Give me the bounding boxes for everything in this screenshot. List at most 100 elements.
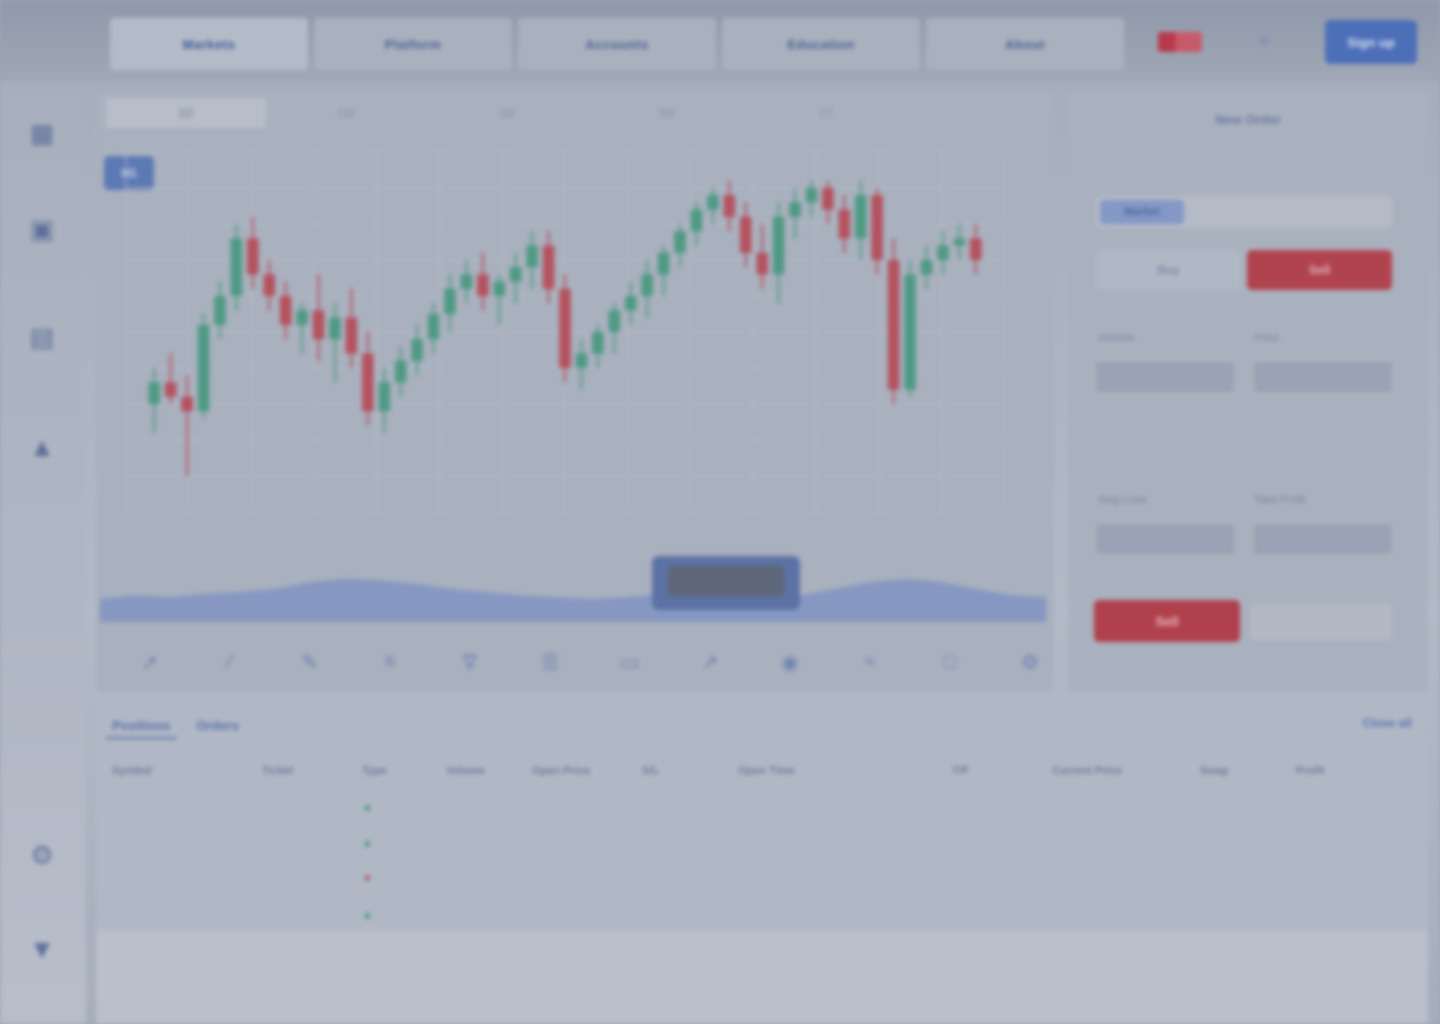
sidebar-item-settings[interactable]: ⚙ xyxy=(22,840,62,888)
close-all-button[interactable]: Close all xyxy=(1363,716,1412,730)
tab-timeframe-1w[interactable]: 1W xyxy=(266,98,426,128)
user-icon[interactable]: ☻ xyxy=(1255,30,1279,54)
cancel-order-button[interactable] xyxy=(1250,604,1392,640)
candlestick-chart[interactable] xyxy=(96,132,1054,552)
candle-body[interactable] xyxy=(444,288,456,314)
ray-icon[interactable]: ∕ xyxy=(190,642,270,682)
fullscreen-icon[interactable]: □ xyxy=(910,642,990,682)
candle-body[interactable] xyxy=(394,360,407,383)
sidebar-item-help[interactable]: ▼ xyxy=(22,934,62,982)
candle-body[interactable] xyxy=(214,296,226,325)
candle-body[interactable] xyxy=(427,314,440,340)
column-header[interactable]: Open Time xyxy=(732,765,946,777)
candle-body[interactable] xyxy=(575,353,588,368)
buy-button[interactable]: Buy xyxy=(1096,250,1241,290)
candle-body[interactable] xyxy=(509,267,522,282)
candle-body[interactable] xyxy=(362,353,374,412)
candle-body[interactable] xyxy=(953,238,966,246)
candle-body[interactable] xyxy=(378,382,391,412)
candle-body[interactable] xyxy=(707,195,719,210)
arrow-icon[interactable]: ↗ xyxy=(670,642,750,682)
tab-timeframe-1y[interactable]: 1Y xyxy=(746,98,906,128)
column-header[interactable]: Symbol xyxy=(106,765,256,777)
candle-body[interactable] xyxy=(542,245,555,289)
sidebar-item-alerts[interactable]: ▲ xyxy=(22,432,62,480)
candle-body[interactable] xyxy=(247,238,259,275)
fib-icon[interactable]: ≡ xyxy=(350,642,430,682)
text-icon[interactable]: ∇ xyxy=(430,642,510,682)
submit-order-button[interactable]: Sell xyxy=(1094,600,1240,642)
column-header[interactable]: Type xyxy=(356,765,440,777)
price-field[interactable] xyxy=(1254,362,1392,392)
candle-body[interactable] xyxy=(296,310,308,325)
candle-body[interactable] xyxy=(690,209,703,232)
measure-icon[interactable]: ☰ xyxy=(510,642,590,682)
volume-field[interactable] xyxy=(1096,362,1234,392)
column-header[interactable]: Current Price xyxy=(1046,765,1194,777)
nav-tab-accounts[interactable]: Accounts xyxy=(518,18,716,70)
sidebar-item-chart[interactable]: ▦ xyxy=(22,118,62,166)
sell-button[interactable]: Sell xyxy=(1247,250,1392,290)
candle-body[interactable] xyxy=(838,209,851,239)
column-header[interactable]: T/P xyxy=(946,765,1046,777)
candle-body[interactable] xyxy=(329,317,341,340)
table-row[interactable]: ▼ xyxy=(106,864,1416,894)
candle-body[interactable] xyxy=(312,310,325,340)
candle-body[interactable] xyxy=(871,195,883,260)
candle-body[interactable] xyxy=(592,332,604,354)
candle-body[interactable] xyxy=(624,296,637,311)
camera-icon[interactable]: ◉ xyxy=(750,642,830,682)
nav-tab-platform[interactable]: Platform xyxy=(314,18,512,70)
sidebar-item-portfolio[interactable]: ▣ xyxy=(22,214,62,262)
chart-settings-icon[interactable]: ⚙ xyxy=(990,642,1070,682)
candle-body[interactable] xyxy=(723,195,736,217)
candle-body[interactable] xyxy=(937,245,949,260)
pencil-icon[interactable]: ✎ xyxy=(270,642,350,682)
column-header[interactable]: Ticket xyxy=(256,765,356,777)
rectangle-icon[interactable]: ▭ xyxy=(590,642,670,682)
candle-body[interactable] xyxy=(526,245,538,268)
candle-body[interactable] xyxy=(493,281,506,296)
indicator-icon[interactable]: ≈ xyxy=(830,642,910,682)
column-header[interactable]: Profit xyxy=(1290,765,1390,777)
nav-tab-about[interactable]: About xyxy=(926,18,1124,70)
candle-body[interactable] xyxy=(345,317,358,354)
order-type-market[interactable]: Market xyxy=(1100,200,1184,224)
candle-body[interactable] xyxy=(855,195,867,239)
candle-body[interactable] xyxy=(887,260,900,390)
candle-body[interactable] xyxy=(739,216,752,253)
trendline-icon[interactable]: ➚ xyxy=(110,642,190,682)
candle-body[interactable] xyxy=(148,382,160,404)
candle-body[interactable] xyxy=(657,252,670,275)
candle-body[interactable] xyxy=(641,274,653,296)
candle-body[interactable] xyxy=(920,260,933,275)
chart-navigator[interactable] xyxy=(100,562,1046,622)
candle-body[interactable] xyxy=(411,339,423,361)
candle-body[interactable] xyxy=(608,310,621,332)
candle-body[interactable] xyxy=(805,188,818,203)
candle-body[interactable] xyxy=(756,252,768,275)
table-row[interactable]: ▲ xyxy=(106,900,1416,930)
column-header[interactable]: Open Price xyxy=(526,765,636,777)
candle-body[interactable] xyxy=(164,382,177,397)
tab-orders[interactable]: Orders xyxy=(191,714,246,739)
candle-body[interactable] xyxy=(279,296,292,325)
nav-tab-education[interactable]: Education xyxy=(722,18,920,70)
take-profit-field[interactable] xyxy=(1254,524,1392,554)
column-header[interactable]: Volume xyxy=(440,765,526,777)
candle-body[interactable] xyxy=(559,288,571,368)
navigator-range-handle[interactable] xyxy=(652,556,800,610)
candle-body[interactable] xyxy=(674,231,686,253)
tab-timeframe-1m[interactable]: 1M xyxy=(426,98,586,128)
table-row[interactable]: ▲ xyxy=(106,828,1416,858)
candle-body[interactable] xyxy=(181,396,193,412)
table-row[interactable]: ▲ xyxy=(106,792,1416,822)
column-header[interactable]: Swap xyxy=(1194,765,1290,777)
sidebar-item-news[interactable]: ▤ xyxy=(22,322,62,370)
candle-body[interactable] xyxy=(477,274,489,296)
column-header[interactable]: S/L xyxy=(636,765,732,777)
candle-body[interactable] xyxy=(197,324,210,412)
tab-timeframe-3m[interactable]: 3M xyxy=(586,98,746,128)
candle-body[interactable] xyxy=(904,274,916,390)
candle-body[interactable] xyxy=(230,238,243,296)
